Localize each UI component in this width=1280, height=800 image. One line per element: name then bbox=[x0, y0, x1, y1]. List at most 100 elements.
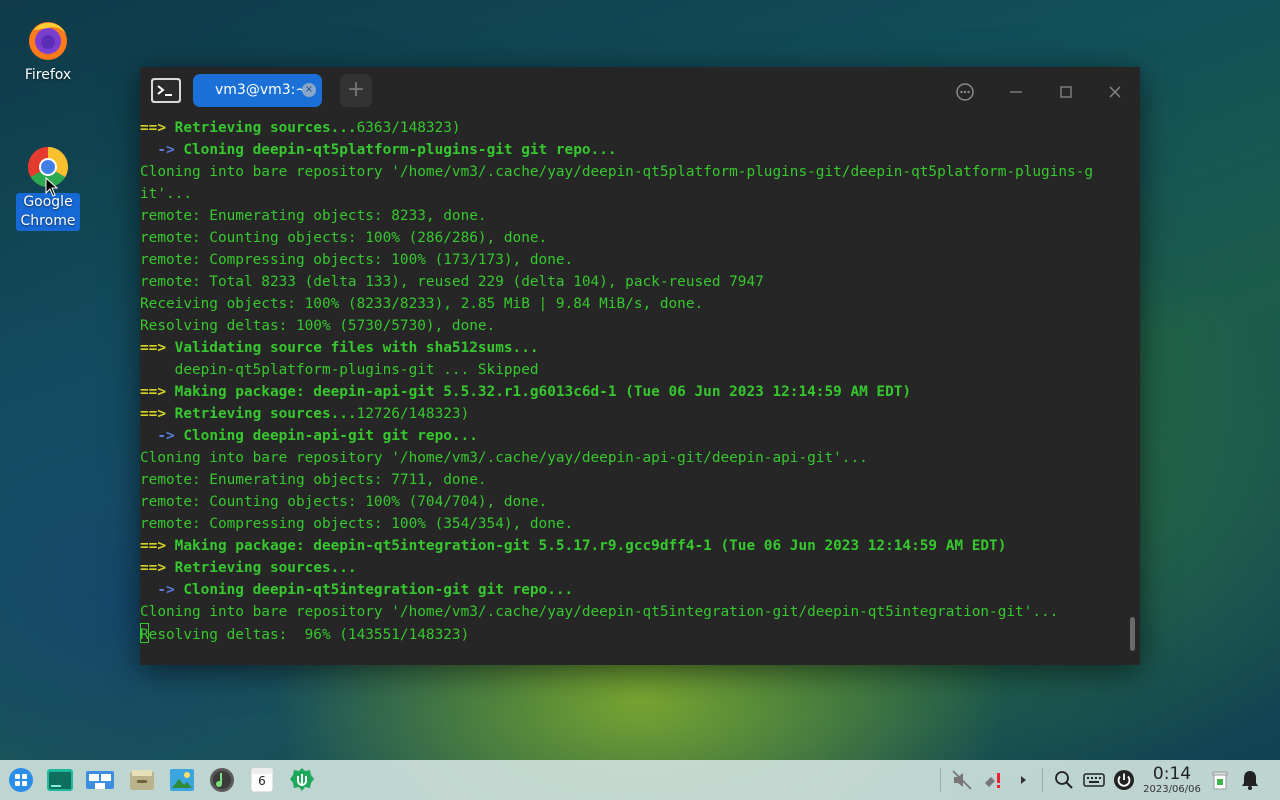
maximize-icon bbox=[1060, 86, 1072, 98]
line-text: remote: Compressing objects: 100% (354/3… bbox=[140, 516, 574, 532]
terminal-line: ==> Retrieving sources...12726/148323) bbox=[140, 403, 1140, 425]
terminal-tab[interactable]: vm3@vm3:~ × bbox=[193, 74, 322, 107]
line-arrow: ==> bbox=[140, 560, 175, 576]
line-bold-text: Making package: deepin-qt5integration-gi… bbox=[174, 538, 1007, 554]
multitask-view-icon[interactable] bbox=[86, 766, 114, 794]
terminal-line: Cloning into bare repository '/home/vm3/… bbox=[140, 447, 1140, 469]
volume-muted-icon[interactable] bbox=[951, 769, 973, 791]
tab-close-icon[interactable]: × bbox=[302, 83, 316, 97]
window-menu-button[interactable] bbox=[951, 78, 979, 106]
close-icon bbox=[1109, 86, 1121, 98]
clock-date[interactable]: 2023/06/06 bbox=[1142, 784, 1202, 795]
terminal-line: -> Cloning deepin-api-git git repo... bbox=[140, 425, 1140, 447]
terminal-line: Resolving deltas: 96% (143551/148323) bbox=[140, 623, 1140, 645]
terminal-line: -> Cloning deepin-qt5integration-git git… bbox=[140, 579, 1140, 601]
line-text: deepin-qt5platform-plugins-git ... Skipp… bbox=[140, 362, 539, 378]
firefox-icon bbox=[26, 18, 70, 62]
terminal-line: Cloning into bare repository '/home/vm3/… bbox=[140, 601, 1140, 623]
line-arrow: ==> bbox=[140, 384, 175, 400]
desktop-icon-label: Google Chrome bbox=[16, 193, 80, 231]
terminal-line: -> Cloning deepin-qt5platform-plugins-gi… bbox=[140, 139, 1140, 161]
terminal-window[interactable]: vm3@vm3:~ × + ==> Retrieving sources...6… bbox=[140, 67, 1140, 665]
line-bold-text: Retrieving sources... bbox=[174, 560, 357, 576]
app-store-icon[interactable] bbox=[288, 766, 316, 794]
line-arrow: ==> bbox=[140, 538, 175, 554]
desktop-icon-firefox[interactable]: Firefox bbox=[13, 18, 83, 85]
terminal-line: remote: Compressing objects: 100% (173/1… bbox=[140, 249, 1140, 271]
line-arrow: -> bbox=[157, 428, 184, 444]
line-arrow: -> bbox=[157, 142, 184, 158]
terminal-icon[interactable] bbox=[46, 766, 74, 794]
line-arrow: ==> bbox=[140, 120, 175, 136]
terminal-line: remote: Enumerating objects: 7711, done. bbox=[140, 469, 1140, 491]
file-manager-icon[interactable] bbox=[128, 766, 156, 794]
line-bold-text: Validating source files with sha512sums.… bbox=[174, 340, 539, 356]
launcher-icon[interactable] bbox=[7, 766, 35, 794]
mouse-cursor-icon bbox=[45, 177, 59, 197]
calendar-icon[interactable]: 6 bbox=[248, 766, 276, 794]
terminal-scrollbar[interactable] bbox=[1130, 617, 1135, 651]
terminal-line: remote: Counting objects: 100% (286/286)… bbox=[140, 227, 1140, 249]
minimize-icon bbox=[1010, 91, 1022, 93]
taskbar-separator bbox=[940, 768, 941, 792]
trash-icon[interactable] bbox=[1209, 769, 1231, 791]
maximize-button[interactable] bbox=[1052, 78, 1080, 106]
terminal-line: deepin-qt5platform-plugins-git ... Skipp… bbox=[140, 359, 1140, 381]
close-button[interactable] bbox=[1101, 78, 1129, 106]
line-arrow: ==> bbox=[140, 340, 175, 356]
keyboard-icon[interactable] bbox=[1083, 769, 1105, 791]
line-arrow: ==> bbox=[140, 406, 175, 422]
line-text: remote: Compressing objects: 100% (173/1… bbox=[140, 252, 574, 268]
terminal-line: ==> Making package: deepin-api-git 5.5.3… bbox=[140, 381, 1140, 403]
more-options-icon bbox=[956, 83, 974, 101]
line-bold-text: Retrieving sources... bbox=[174, 406, 357, 422]
line-text: Cloning into bare repository '/home/vm3/… bbox=[140, 450, 868, 466]
line-bold-text: Making package: deepin-api-git 5.5.32.r1… bbox=[174, 384, 912, 400]
music-icon[interactable] bbox=[208, 766, 236, 794]
terminal-line: ==> Validating source files with sha512s… bbox=[140, 337, 1140, 359]
line-rest-text: 12726/148323) bbox=[356, 406, 470, 422]
new-tab-button[interactable]: + bbox=[340, 74, 372, 107]
line-text: Cloning into bare repository '/home/vm3/… bbox=[140, 604, 1059, 620]
line-bold-text: Retrieving sources... bbox=[174, 120, 357, 136]
line-text: Resolving deltas: 100% (5730/5730), done… bbox=[140, 318, 496, 334]
tray-expand-icon[interactable] bbox=[1012, 769, 1034, 791]
line-text: remote: Total 8233 (delta 133), reused 2… bbox=[140, 274, 764, 290]
terminal-titlebar[interactable]: vm3@vm3:~ × + bbox=[140, 67, 1140, 117]
line-text: remote: Counting objects: 100% (704/704)… bbox=[140, 494, 548, 510]
terminal-line: remote: Enumerating objects: 8233, done. bbox=[140, 205, 1140, 227]
terminal-line: Cloning into bare repository '/home/vm3/… bbox=[140, 161, 1140, 183]
line-text: remote: Enumerating objects: 7711, done. bbox=[140, 472, 487, 488]
minimize-button[interactable] bbox=[1002, 78, 1030, 106]
line-text: remote: Enumerating objects: 8233, done. bbox=[140, 208, 487, 224]
line-text: it'... bbox=[140, 186, 192, 202]
line-bold-text: Cloning deepin-api-git git repo... bbox=[183, 428, 478, 444]
desktop-icon-label-text: Google Chrome bbox=[20, 194, 76, 229]
network-warning-icon[interactable] bbox=[982, 769, 1004, 791]
line-rest-text: 6363/148323) bbox=[356, 120, 461, 136]
clock-time[interactable]: 0:14 bbox=[1152, 764, 1192, 784]
terminal-line: it'... bbox=[140, 183, 1140, 205]
power-icon[interactable] bbox=[1113, 769, 1135, 791]
notification-icon[interactable] bbox=[1239, 769, 1261, 791]
terminal-app-icon bbox=[151, 78, 181, 103]
terminal-output[interactable]: ==> Retrieving sources...6363/148323) ->… bbox=[140, 117, 1140, 665]
taskbar-separator bbox=[1042, 768, 1043, 792]
line-text: Resolving deltas: 96% (143551/148323) bbox=[140, 627, 470, 643]
terminal-line: remote: Compressing objects: 100% (354/3… bbox=[140, 513, 1140, 535]
terminal-line: Receiving objects: 100% (8233/8233), 2.8… bbox=[140, 293, 1140, 315]
terminal-line: ==> Making package: deepin-qt5integratio… bbox=[140, 535, 1140, 557]
line-text: remote: Counting objects: 100% (286/286)… bbox=[140, 230, 548, 246]
terminal-line: Resolving deltas: 100% (5730/5730), done… bbox=[140, 315, 1140, 337]
line-arrow: -> bbox=[157, 582, 184, 598]
terminal-line: ==> Retrieving sources...6363/148323) bbox=[140, 117, 1140, 139]
search-icon[interactable] bbox=[1053, 769, 1075, 791]
line-text: Receiving objects: 100% (8233/8233), 2.8… bbox=[140, 296, 704, 312]
tab-title: vm3@vm3:~ bbox=[215, 82, 308, 98]
line-bold-text: Cloning deepin-qt5integration-git git re… bbox=[183, 582, 574, 598]
calendar-day: 6 bbox=[258, 774, 266, 788]
image-viewer-icon[interactable] bbox=[168, 766, 196, 794]
